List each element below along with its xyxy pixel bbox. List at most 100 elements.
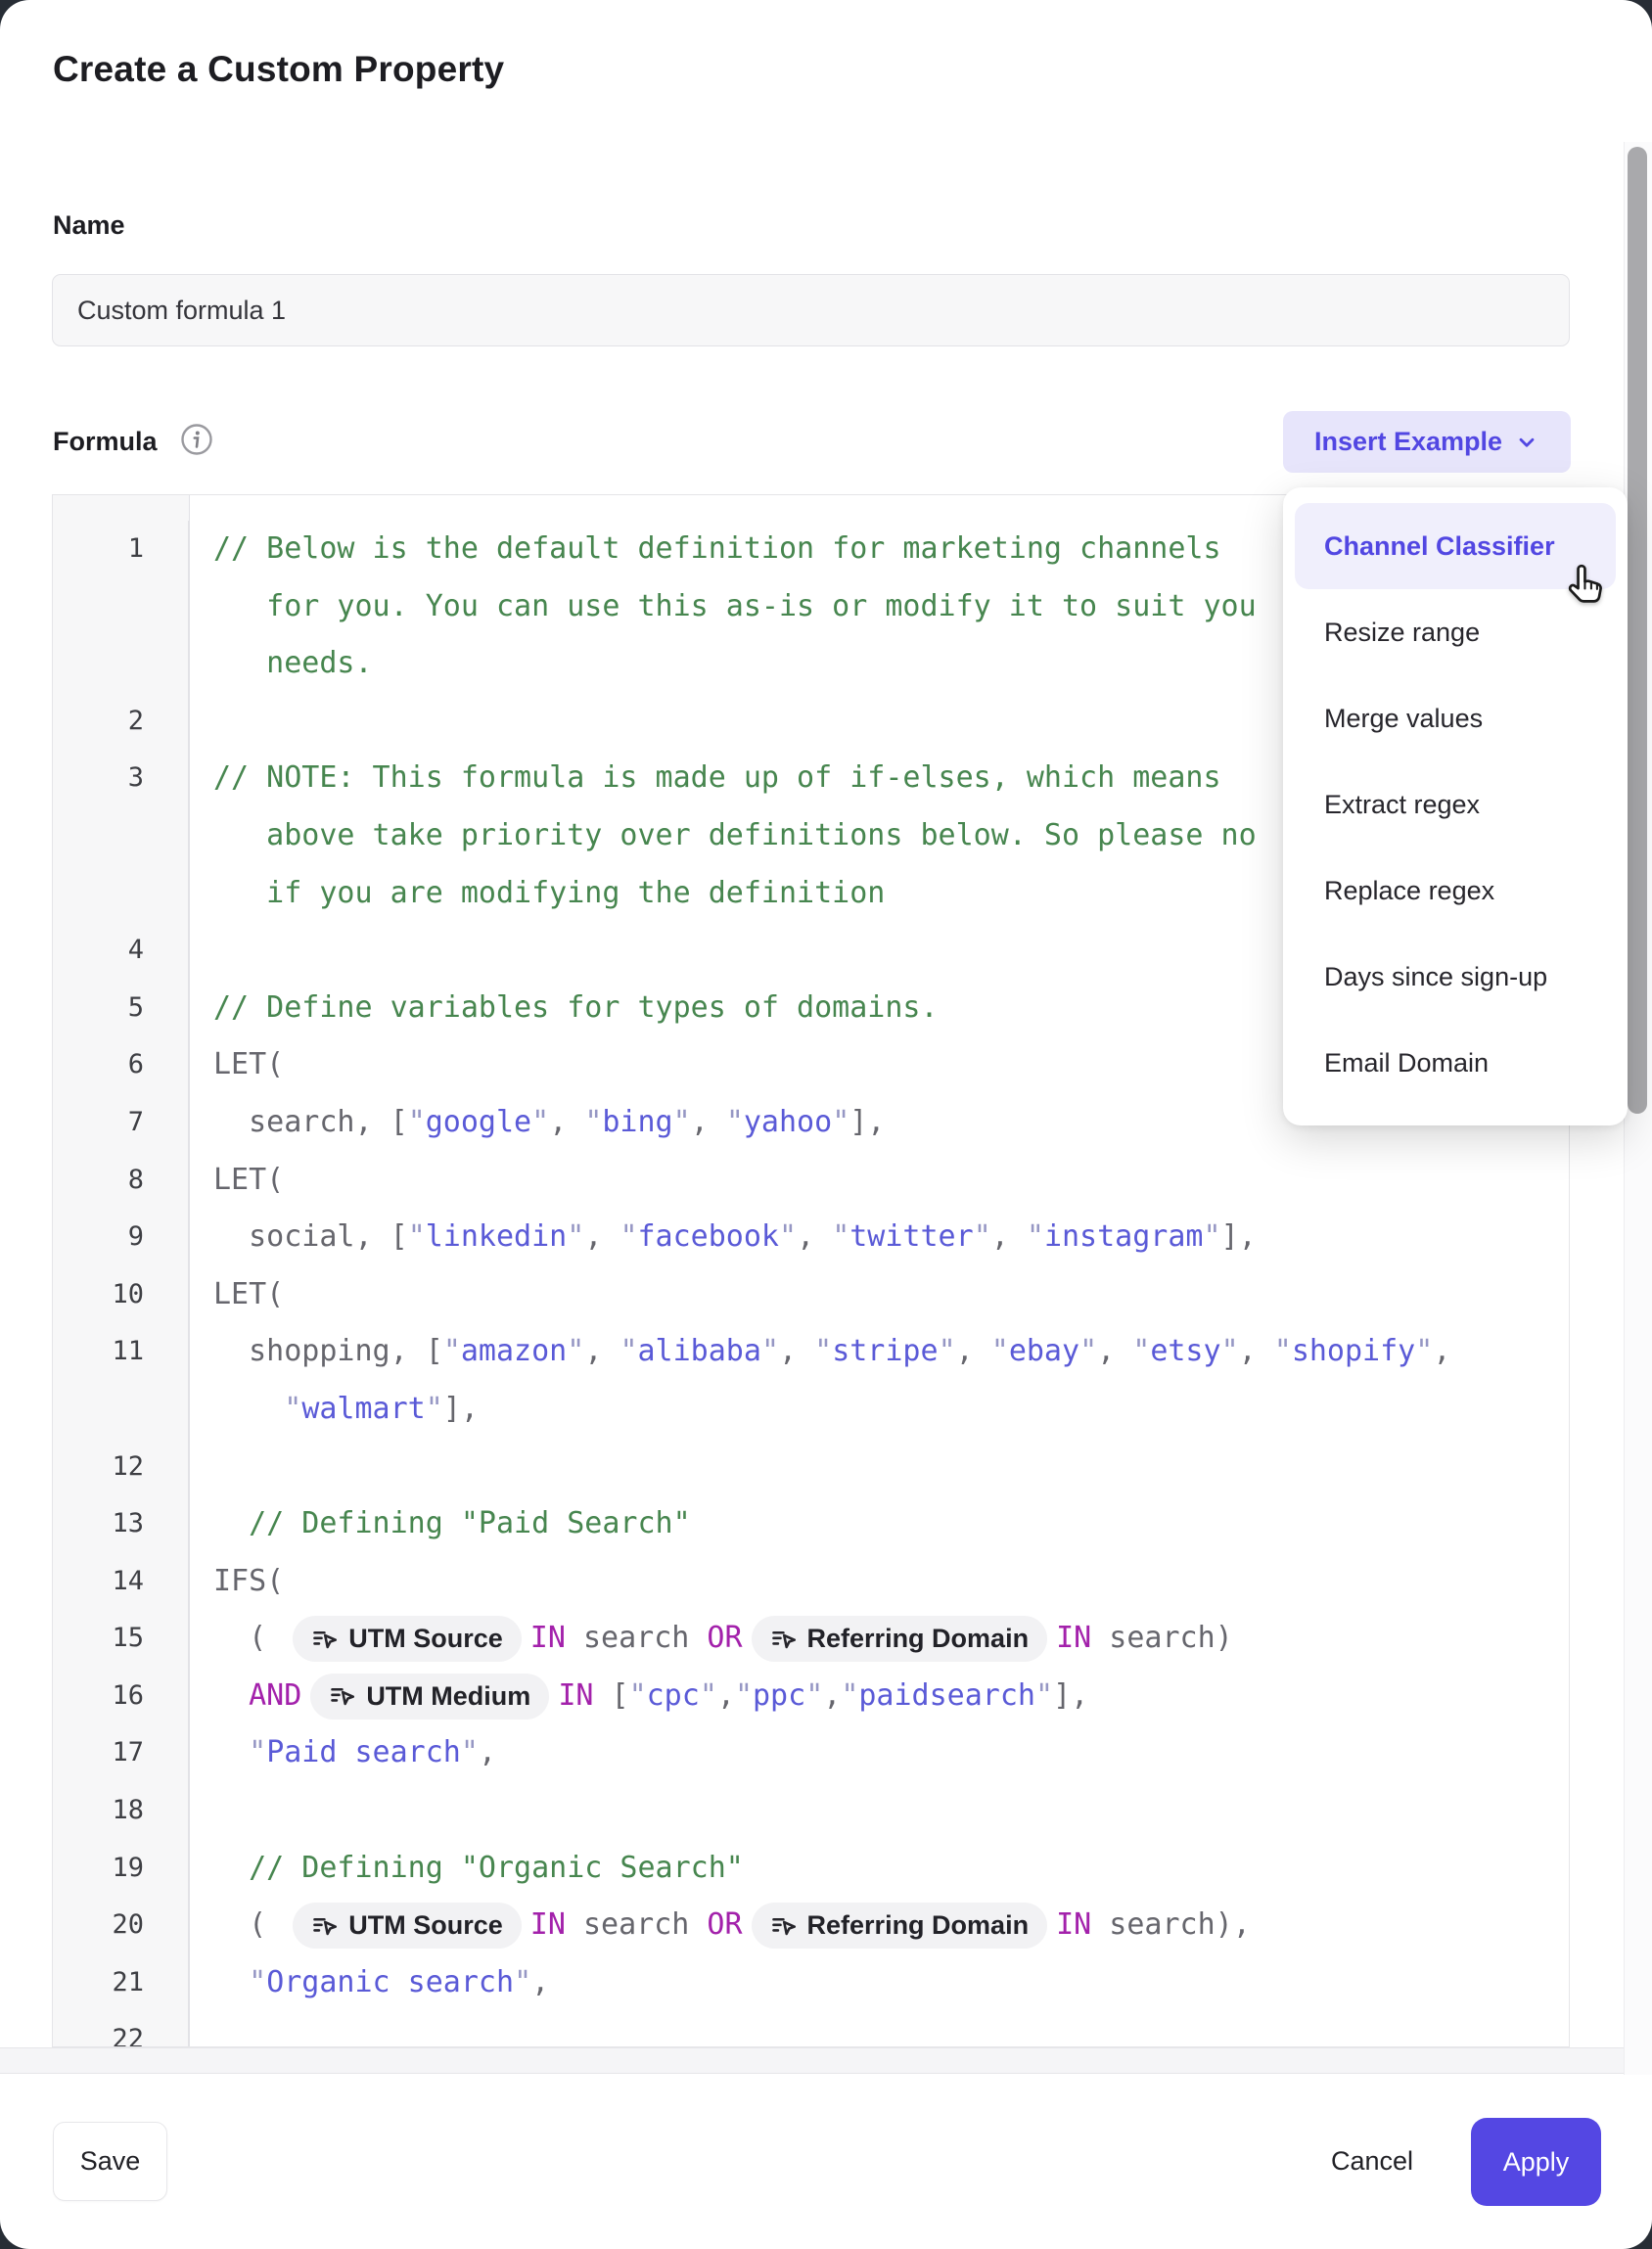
insert-example-label: Insert Example bbox=[1314, 427, 1502, 457]
code-text bbox=[189, 1782, 213, 1840]
property-icon bbox=[329, 1682, 356, 1710]
property-icon bbox=[770, 1626, 798, 1653]
code-line[interactable]: 17 "Paid search", bbox=[53, 1724, 1569, 1782]
code-text: ( UTM SourceIN search ORReferring Domain… bbox=[189, 1610, 1233, 1668]
name-input[interactable] bbox=[52, 274, 1570, 346]
code-text: "Paid search", bbox=[189, 1724, 496, 1782]
code-text: "Organic search", bbox=[189, 1954, 549, 2012]
line-number bbox=[53, 865, 189, 923]
code-line[interactable]: 18 bbox=[53, 1782, 1569, 1840]
code-line[interactable]: 10LET( bbox=[53, 1266, 1569, 1324]
code-text: // Defining "Paid Search" bbox=[189, 1495, 691, 1553]
property-chip-label: Referring Domain bbox=[807, 1910, 1030, 1941]
property-icon bbox=[311, 1626, 339, 1653]
formula-label: Formula bbox=[53, 427, 158, 457]
line-number: 1 bbox=[53, 521, 189, 578]
property-chip[interactable]: Referring Domain bbox=[752, 1903, 1048, 1949]
line-number: 8 bbox=[53, 1152, 189, 1210]
code-line[interactable]: 22 bbox=[53, 2011, 1569, 2047]
code-text bbox=[189, 2011, 213, 2047]
editor-bottom-scroll-track[interactable] bbox=[0, 2047, 1652, 2074]
menu-item-resize-range[interactable]: Resize range bbox=[1295, 589, 1616, 675]
menu-item-extract-regex[interactable]: Extract regex bbox=[1295, 761, 1616, 848]
code-line[interactable]: 14IFS( bbox=[53, 1553, 1569, 1611]
name-label: Name bbox=[53, 210, 125, 241]
code-text: LET( bbox=[189, 1036, 284, 1094]
apply-button[interactable]: Apply bbox=[1471, 2118, 1601, 2206]
line-number: 10 bbox=[53, 1266, 189, 1324]
menu-item-merge-values[interactable]: Merge values bbox=[1295, 675, 1616, 761]
code-text: if you are modifying the definition bbox=[189, 865, 885, 923]
code-line[interactable]: 20 ( UTM SourceIN search ORReferring Dom… bbox=[53, 1897, 1569, 1954]
line-number: 19 bbox=[53, 1840, 189, 1898]
line-number: 14 bbox=[53, 1553, 189, 1611]
code-text bbox=[189, 1439, 213, 1496]
code-text: for you. You can use this as-is or modif… bbox=[189, 578, 1257, 636]
code-line[interactable]: 19 // Defining "Organic Search" bbox=[53, 1840, 1569, 1898]
line-number: 6 bbox=[53, 1036, 189, 1094]
code-text: above take priority over definitions bel… bbox=[189, 807, 1257, 865]
modal-scrollbar-thumb[interactable] bbox=[1628, 147, 1647, 1114]
property-chip-label: UTM Source bbox=[348, 1624, 503, 1654]
code-text: IFS( bbox=[189, 1553, 284, 1611]
cancel-button[interactable]: Cancel bbox=[1304, 2122, 1441, 2201]
menu-item-replace-regex[interactable]: Replace regex bbox=[1295, 848, 1616, 934]
property-chip[interactable]: UTM Medium bbox=[310, 1674, 549, 1720]
info-circle-icon[interactable] bbox=[180, 423, 213, 456]
property-chip[interactable]: UTM Source bbox=[293, 1903, 522, 1949]
code-text: LET( bbox=[189, 1266, 284, 1324]
save-button[interactable]: Save bbox=[53, 2122, 167, 2201]
line-number: 22 bbox=[53, 2011, 189, 2047]
code-line[interactable]: 9 social, ["linkedin", "facebook", "twit… bbox=[53, 1209, 1569, 1266]
line-number: 15 bbox=[53, 1610, 189, 1668]
modal-title: Create a Custom Property bbox=[53, 49, 504, 90]
modal-scrollbar-track[interactable] bbox=[1624, 142, 1652, 2075]
property-chip[interactable]: Referring Domain bbox=[752, 1616, 1048, 1662]
line-number: 5 bbox=[53, 980, 189, 1037]
code-text bbox=[189, 693, 213, 751]
line-number: 16 bbox=[53, 1668, 189, 1725]
code-line[interactable]: "walmart"], bbox=[53, 1381, 1569, 1439]
line-number: 18 bbox=[53, 1782, 189, 1840]
line-number: 7 bbox=[53, 1094, 189, 1152]
menu-item-days-since-sign-up[interactable]: Days since sign-up bbox=[1295, 934, 1616, 1020]
menu-item-email-domain[interactable]: Email Domain bbox=[1295, 1020, 1616, 1106]
line-number: 21 bbox=[53, 1954, 189, 2012]
code-text: // Define variables for types of domains… bbox=[189, 980, 939, 1037]
code-text: search, ["google", "bing", "yahoo"], bbox=[189, 1094, 885, 1152]
line-number bbox=[53, 807, 189, 865]
line-number: 20 bbox=[53, 1897, 189, 1954]
code-line[interactable]: 13 // Defining "Paid Search" bbox=[53, 1495, 1569, 1553]
code-text: // Defining "Organic Search" bbox=[189, 1840, 744, 1898]
code-text: LET( bbox=[189, 1152, 284, 1210]
line-number: 13 bbox=[53, 1495, 189, 1553]
property-chip[interactable]: UTM Source bbox=[293, 1616, 522, 1662]
line-number bbox=[53, 578, 189, 636]
line-number: 2 bbox=[53, 693, 189, 751]
line-number: 17 bbox=[53, 1724, 189, 1782]
code-line[interactable]: 8LET( bbox=[53, 1152, 1569, 1210]
chevron-down-icon bbox=[1514, 430, 1539, 455]
property-icon bbox=[770, 1912, 798, 1940]
property-chip-label: UTM Source bbox=[348, 1910, 503, 1941]
code-text: social, ["linkedin", "facebook", "twitte… bbox=[189, 1209, 1257, 1266]
line-number: 9 bbox=[53, 1209, 189, 1266]
code-line[interactable]: 15 ( UTM SourceIN search ORReferring Dom… bbox=[53, 1610, 1569, 1668]
line-number: 12 bbox=[53, 1439, 189, 1496]
code-line[interactable]: 11 shopping, ["amazon", "alibaba", "stri… bbox=[53, 1323, 1569, 1381]
code-text: needs. bbox=[189, 635, 373, 693]
code-text: "walmart"], bbox=[189, 1381, 479, 1439]
code-text bbox=[189, 922, 213, 980]
code-text: // Below is the default definition for m… bbox=[189, 521, 1221, 578]
property-chip-label: UTM Medium bbox=[366, 1681, 530, 1712]
menu-item-channel-classifier[interactable]: Channel Classifier bbox=[1295, 503, 1616, 589]
create-custom-property-modal: Create a Custom Property Name Formula In… bbox=[0, 0, 1652, 2249]
line-number: 4 bbox=[53, 922, 189, 980]
code-line[interactable]: 16 ANDUTM MediumIN ["cpc","ppc","paidsea… bbox=[53, 1668, 1569, 1725]
code-line[interactable]: 21 "Organic search", bbox=[53, 1954, 1569, 2012]
insert-example-button[interactable]: Insert Example bbox=[1283, 411, 1571, 473]
code-line[interactable]: 12 bbox=[53, 1439, 1569, 1496]
insert-example-dropdown-menu: Channel ClassifierResize rangeMerge valu… bbox=[1283, 487, 1628, 1125]
line-number: 3 bbox=[53, 750, 189, 807]
code-text: shopping, ["amazon", "alibaba", "stripe"… bbox=[189, 1323, 1450, 1381]
